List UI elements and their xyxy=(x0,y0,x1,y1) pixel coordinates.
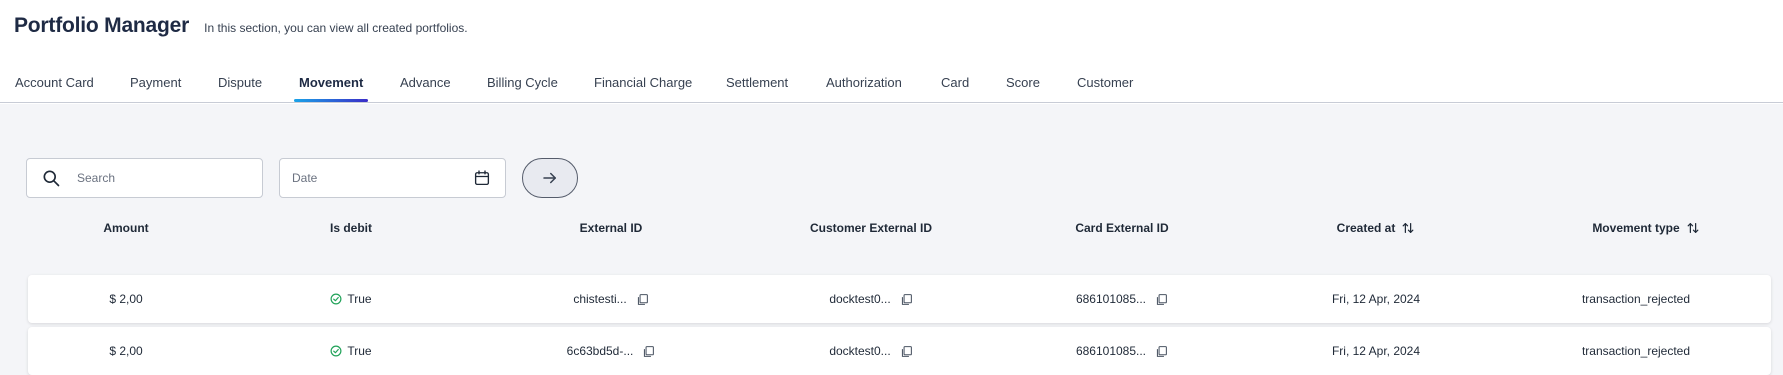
search-field[interactable] xyxy=(26,158,263,198)
customer-external-id-value: docktest0... xyxy=(829,292,891,306)
external-id-value: 6c63bd5d-... xyxy=(566,344,634,358)
tab-settlement[interactable]: Settlement xyxy=(726,72,788,103)
cell-customer-external-id: docktest0... xyxy=(761,327,981,375)
table-header: Amount Is debit External ID Customer Ext… xyxy=(26,212,1771,244)
tab-account-card[interactable]: Account Card xyxy=(15,72,94,103)
search-icon xyxy=(43,170,60,187)
cell-customer-external-id: docktest0... xyxy=(761,275,981,323)
tab-dispute[interactable]: Dispute xyxy=(218,72,262,103)
date-input[interactable] xyxy=(292,171,442,185)
cell-amount: $ 2,00 xyxy=(109,344,143,358)
tab-advance[interactable]: Advance xyxy=(400,72,451,103)
column-header-label: Created at xyxy=(1336,221,1396,235)
check-circle-icon xyxy=(330,345,342,357)
column-header-movement-type[interactable]: Movement type xyxy=(1536,212,1756,244)
tab-authorization[interactable]: Authorization xyxy=(826,72,902,103)
sort-icon[interactable] xyxy=(1686,221,1700,235)
cell-external-id: 6c63bd5d-... xyxy=(511,327,711,375)
page-header: Portfolio Manager In this section, you c… xyxy=(0,0,1783,103)
page-title: Portfolio Manager xyxy=(14,14,190,37)
cell-is-debit: True xyxy=(276,275,426,323)
column-header-card-external-id: Card External ID xyxy=(1022,212,1222,244)
tab-payment[interactable]: Payment xyxy=(130,72,181,103)
cell-external-id: chistesti... xyxy=(511,275,711,323)
customer-external-id-value: docktest0... xyxy=(829,344,891,358)
column-header-is-debit: Is debit xyxy=(276,212,426,244)
calendar-icon[interactable] xyxy=(473,169,491,187)
is-debit-value: True xyxy=(347,292,372,306)
cell-created-at: Fri, 12 Apr, 2024 xyxy=(1331,344,1421,358)
copy-icon[interactable] xyxy=(636,293,649,306)
tab-score[interactable]: Score xyxy=(1006,72,1040,103)
search-input[interactable] xyxy=(77,171,237,185)
main-content: Amount Is debit External ID Customer Ext… xyxy=(0,104,1783,375)
card-external-id-value: 686101085... xyxy=(1075,292,1147,306)
check-circle-icon xyxy=(330,293,342,305)
cell-created-at: Fri, 12 Apr, 2024 xyxy=(1331,292,1421,306)
cell-amount: $ 2,00 xyxy=(109,292,143,306)
card-external-id-value: 686101085... xyxy=(1075,344,1147,358)
column-header-label: Movement type xyxy=(1592,221,1680,235)
cell-card-external-id: 686101085... xyxy=(1022,275,1222,323)
cell-card-external-id: 686101085... xyxy=(1022,327,1222,375)
table-row[interactable]: $ 2,00 True 6c63bd5d-... docktest0... 68… xyxy=(28,327,1771,375)
tab-billing-cycle[interactable]: Billing Cycle xyxy=(487,72,558,103)
sort-icon[interactable] xyxy=(1401,221,1415,235)
copy-icon[interactable] xyxy=(1155,293,1168,306)
column-header-amount: Amount xyxy=(26,212,226,244)
arrow-right-icon xyxy=(543,172,556,184)
copy-icon[interactable] xyxy=(900,345,913,358)
page-subtitle: In this section, you can view all create… xyxy=(204,21,468,35)
tab-card[interactable]: Card xyxy=(941,72,969,103)
column-header-label: External ID xyxy=(579,221,643,235)
table-row[interactable]: $ 2,00 True chistesti... docktest0... 68… xyxy=(28,275,1771,323)
column-header-label: Is debit xyxy=(329,221,372,235)
tab-customer[interactable]: Customer xyxy=(1077,72,1133,103)
date-field[interactable] xyxy=(279,158,506,198)
submit-filter-button[interactable] xyxy=(522,158,578,198)
column-header-customer-external-id: Customer External ID xyxy=(761,212,981,244)
tab-movement[interactable]: Movement xyxy=(293,72,369,103)
column-header-label: Customer External ID xyxy=(809,221,933,235)
copy-icon[interactable] xyxy=(900,293,913,306)
title-row: Portfolio Manager In this section, you c… xyxy=(14,14,468,38)
column-header-label: Amount xyxy=(103,221,149,235)
is-debit-value: True xyxy=(347,344,372,358)
tab-financial-charge[interactable]: Financial Charge xyxy=(594,72,692,103)
external-id-value: chistesti... xyxy=(573,292,627,306)
column-header-created-at[interactable]: Created at xyxy=(1276,212,1476,244)
cell-movement-type: transaction_rejected xyxy=(1581,292,1691,306)
copy-icon[interactable] xyxy=(642,345,655,358)
cell-movement-type: transaction_rejected xyxy=(1581,344,1691,358)
copy-icon[interactable] xyxy=(1155,345,1168,358)
cell-is-debit: True xyxy=(276,327,426,375)
column-header-label: Card External ID xyxy=(1075,221,1169,235)
column-header-external-id: External ID xyxy=(511,212,711,244)
filter-bar xyxy=(26,158,578,198)
